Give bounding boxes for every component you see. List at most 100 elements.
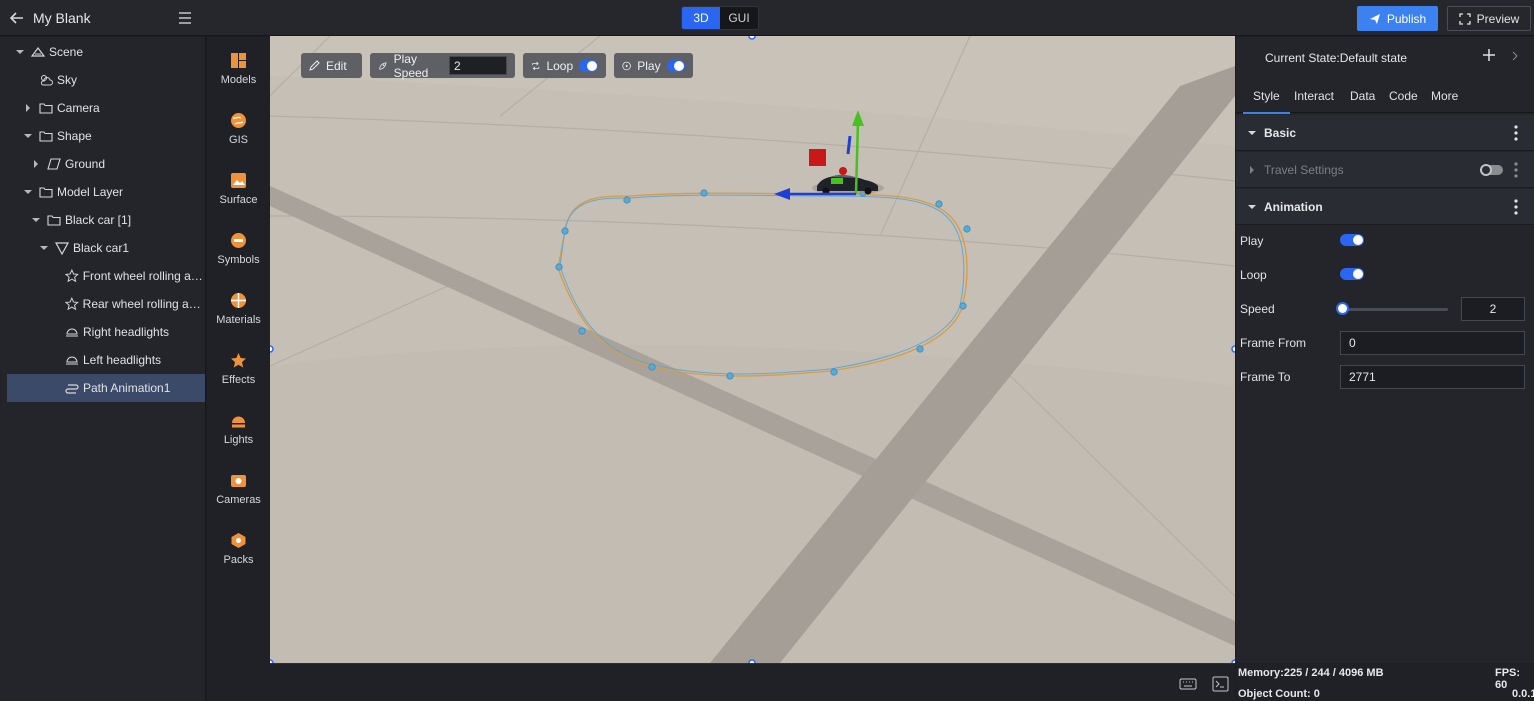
keyboard-icon[interactable] xyxy=(1179,677,1197,691)
scene-icon xyxy=(31,47,45,57)
tree-item-black-car-group[interactable]: Black car [1] xyxy=(7,206,205,234)
more-options-icon[interactable] xyxy=(1513,162,1519,178)
mode-3d-button[interactable]: 3D xyxy=(682,7,720,29)
asset-surface[interactable]: Surface xyxy=(207,168,270,224)
surface-icon xyxy=(231,173,246,188)
caret-down-icon[interactable] xyxy=(39,243,49,253)
scene-canvas[interactable] xyxy=(270,36,1235,663)
loop-label: Loop xyxy=(546,58,574,73)
section-title: Animation xyxy=(1264,200,1323,214)
star-icon xyxy=(65,297,79,311)
speed-slider-track[interactable] xyxy=(1340,308,1448,311)
publish-button[interactable]: Publish xyxy=(1357,6,1438,31)
viewport-handle[interactable] xyxy=(748,36,756,40)
state-header: Current State:Default state xyxy=(1236,37,1534,79)
viewport-handle[interactable] xyxy=(1231,345,1235,353)
mode-gui-button[interactable]: GUI xyxy=(720,7,758,29)
globe-icon xyxy=(231,113,246,128)
property-tabs: Style Interact Data Code More xyxy=(1236,81,1534,114)
speed-input[interactable]: 2 xyxy=(1461,297,1525,321)
viewport-handle[interactable] xyxy=(270,345,274,353)
section-basic[interactable]: Basic xyxy=(1236,115,1534,151)
caret-right-icon[interactable] xyxy=(31,159,41,169)
terminal-icon[interactable] xyxy=(1212,676,1229,692)
asset-label: Materials xyxy=(216,314,261,326)
loop-control: Loop xyxy=(523,53,606,78)
more-options-icon[interactable] xyxy=(1513,125,1519,141)
tree-item-scene[interactable]: Scene xyxy=(7,38,205,66)
section-travel-settings[interactable]: Travel Settings xyxy=(1236,152,1534,188)
asset-lights[interactable]: Lights xyxy=(207,408,270,464)
current-state-label[interactable]: Current State:Default state xyxy=(1265,51,1407,65)
section-title: Travel Settings xyxy=(1264,163,1344,177)
tree-item-rear-wheel[interactable]: Rear wheel rolling ani... xyxy=(7,290,205,318)
asset-materials[interactable]: Materials xyxy=(207,288,270,344)
loop-prop-toggle[interactable] xyxy=(1340,268,1364,280)
travel-settings-toggle[interactable] xyxy=(1480,164,1503,176)
asset-effects[interactable]: Effects xyxy=(207,348,270,404)
menu-icon[interactable] xyxy=(178,11,192,25)
tree-item-right-headlights[interactable]: Right headlights xyxy=(7,318,205,346)
tab-style[interactable]: Style xyxy=(1243,89,1290,114)
tree-item-shape[interactable]: Shape xyxy=(7,122,205,150)
asset-gis[interactable]: GIS xyxy=(207,108,270,164)
asset-label: Surface xyxy=(219,194,258,206)
plane-icon xyxy=(47,158,61,170)
tree-item-model-layer[interactable]: Model Layer xyxy=(7,178,205,206)
effects-icon xyxy=(231,353,246,368)
speed-slider-thumb[interactable] xyxy=(1336,302,1349,315)
asset-bar: Models GIS Surface Symbols Materials Eff… xyxy=(207,37,270,701)
tree-item-path-animation[interactable]: Path Animation1 xyxy=(7,374,205,402)
tree-item-front-wheel[interactable]: Front wheel rolling an... xyxy=(7,262,205,290)
tree-item-label: Ground xyxy=(65,157,106,171)
models-icon xyxy=(231,53,246,68)
caret-down-icon[interactable] xyxy=(31,215,41,225)
tree-item-black-car1[interactable]: Black car1 xyxy=(7,234,205,262)
tree-item-label: Black car [1] xyxy=(65,213,132,227)
play-label: Play xyxy=(637,58,661,73)
caret-down-icon[interactable] xyxy=(23,187,33,197)
tab-more[interactable]: More xyxy=(1431,89,1458,103)
asset-models[interactable]: Models xyxy=(207,48,270,104)
section-animation[interactable]: Animation xyxy=(1236,189,1534,225)
caret-right-icon[interactable] xyxy=(23,103,33,113)
tree-item-sky[interactable]: Sky xyxy=(7,66,205,94)
status-bar xyxy=(270,663,1235,701)
back-arrow-icon[interactable] xyxy=(9,10,25,26)
tab-interact[interactable]: Interact xyxy=(1294,89,1334,103)
play-speed-input[interactable] xyxy=(449,56,507,75)
caret-down-icon[interactable] xyxy=(15,47,25,57)
tab-data[interactable]: Data xyxy=(1350,89,1375,103)
tab-code[interactable]: Code xyxy=(1389,89,1418,103)
tree-item-left-headlights[interactable]: Left headlights xyxy=(7,346,205,374)
play-prop-toggle[interactable] xyxy=(1340,234,1364,246)
loop-toggle[interactable] xyxy=(579,59,598,72)
asset-cameras[interactable]: Cameras xyxy=(207,468,270,524)
asset-label: Cameras xyxy=(216,494,261,506)
tree-item-camera[interactable]: Camera xyxy=(7,94,205,122)
asset-label: Symbols xyxy=(217,254,260,266)
add-icon[interactable] xyxy=(1482,48,1496,62)
tree-item-ground[interactable]: Ground xyxy=(7,150,205,178)
frame-from-label: Frame From xyxy=(1240,336,1306,350)
caret-down-icon[interactable] xyxy=(1247,128,1257,138)
more-options-icon[interactable] xyxy=(1513,199,1519,215)
caret-down-icon[interactable] xyxy=(23,131,33,141)
edit-button[interactable]: Edit xyxy=(301,53,362,78)
chevron-right-icon[interactable] xyxy=(1511,51,1519,61)
folder-icon xyxy=(39,131,53,142)
play-toggle[interactable] xyxy=(666,59,685,72)
frame-from-input[interactable]: 0 xyxy=(1340,331,1525,355)
asset-label: Lights xyxy=(223,434,254,446)
caret-down-icon[interactable] xyxy=(1247,202,1257,212)
frame-to-input[interactable]: 2771 xyxy=(1340,365,1525,389)
preview-button[interactable]: Preview xyxy=(1447,6,1531,31)
asset-packs[interactable]: Packs xyxy=(207,528,270,584)
3d-viewport[interactable]: Edit Play Speed Loop Play xyxy=(270,36,1235,663)
loop-icon xyxy=(532,61,540,70)
mode-switch: 3D GUI xyxy=(681,6,759,30)
asset-label: Models xyxy=(220,74,257,86)
section-title: Basic xyxy=(1264,126,1297,140)
asset-symbols[interactable]: Symbols xyxy=(207,228,270,284)
caret-right-icon[interactable] xyxy=(1247,165,1257,175)
